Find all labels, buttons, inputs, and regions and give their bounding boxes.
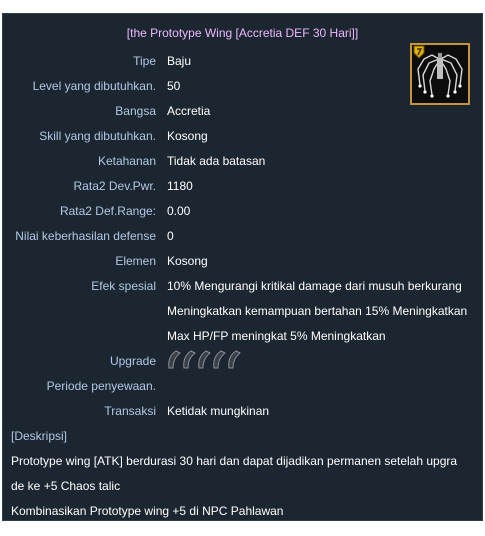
field-value: 0 bbox=[167, 229, 174, 243]
field-value: Baju bbox=[167, 54, 192, 68]
field-row-race: Bangsa Accretia bbox=[3, 104, 482, 122]
field-row-type: Tipe Baju bbox=[3, 54, 482, 72]
field-value: Kosong bbox=[167, 254, 208, 268]
field-value: Accretia bbox=[167, 104, 211, 118]
talic-slot-icon bbox=[183, 350, 196, 369]
description-heading: [Deskripsi] bbox=[11, 429, 68, 443]
field-label: Ketahanan bbox=[97, 154, 156, 168]
description-line: de ke +5 Chaos talic bbox=[11, 479, 121, 493]
talic-slot-icon bbox=[168, 350, 181, 369]
field-label: Tipe bbox=[133, 54, 156, 68]
field-label: Efek spesial bbox=[91, 279, 156, 293]
field-label: Transaksi bbox=[104, 404, 156, 418]
description-line: Kombinasikan Prototype wing +5 di NPC Pa… bbox=[11, 504, 284, 518]
field-label: Upgrade bbox=[109, 354, 156, 368]
field-value: 1180 bbox=[167, 179, 193, 193]
field-row-defense-success: Nilai keberhasilan defense 0 bbox=[3, 229, 482, 247]
field-row-defense-power: Rata2 Dev.Pwr. 1180 bbox=[3, 179, 482, 197]
field-row-element: Elemen Kosong bbox=[3, 254, 482, 272]
special-effect-line: 10% Mengurangi kritikal damage dari musu… bbox=[167, 279, 462, 293]
field-row-rental: Periode penyewaan. bbox=[3, 379, 482, 397]
field-value: Tidak ada batasan bbox=[167, 154, 266, 168]
field-row-defense-range: Rata2 Def.Range: 0.00 bbox=[3, 204, 482, 222]
field-label: Periode penyewaan. bbox=[46, 379, 156, 393]
field-row-skill: Skill yang dibutuhkan. Kosong bbox=[3, 129, 482, 147]
talic-slot-icon bbox=[228, 350, 241, 369]
field-label: Rata2 Def.Range: bbox=[59, 204, 156, 218]
field-row-level: Level yang dibutuhkan. 50 bbox=[3, 79, 482, 97]
field-label: Bangsa bbox=[115, 104, 156, 118]
field-value: 50 bbox=[167, 79, 181, 93]
field-label: Skill yang dibutuhkan. bbox=[39, 129, 156, 143]
special-effect-line: Meningkatkan kemampuan bertahan 15% Meni… bbox=[167, 304, 468, 318]
talic-slot-icon bbox=[198, 350, 211, 369]
field-row-upgrade: Upgrade bbox=[3, 350, 482, 372]
special-effect-line: Max HP/FP meningkat 5% Meningkatkan bbox=[167, 329, 386, 343]
field-row-special-effect: Efek spesial 10% Mengurangi kritikal dam… bbox=[3, 279, 482, 297]
field-row-durability: Ketahanan Tidak ada batasan bbox=[3, 154, 482, 172]
talic-slot-icon bbox=[213, 350, 226, 369]
field-value: Ketidak mungkinan bbox=[167, 404, 270, 418]
field-label: Rata2 Dev.Pwr. bbox=[73, 179, 156, 193]
field-value: 0.00 bbox=[167, 204, 191, 218]
field-label: Level yang dibutuhkan. bbox=[32, 79, 156, 93]
field-label: Nilai keberhasilan defense bbox=[15, 229, 156, 243]
description-line: Prototype wing [ATK] berdurasi 30 hari d… bbox=[11, 454, 458, 468]
field-row-trade: Transaksi Ketidak mungkinan bbox=[3, 404, 482, 422]
field-value: Kosong bbox=[167, 129, 208, 143]
item-title: [the Prototype Wing [Accretia DEF 30 Har… bbox=[126, 26, 359, 40]
field-label: Elemen bbox=[115, 254, 156, 268]
item-tooltip: [the Prototype Wing [Accretia DEF 30 Har… bbox=[2, 13, 483, 521]
